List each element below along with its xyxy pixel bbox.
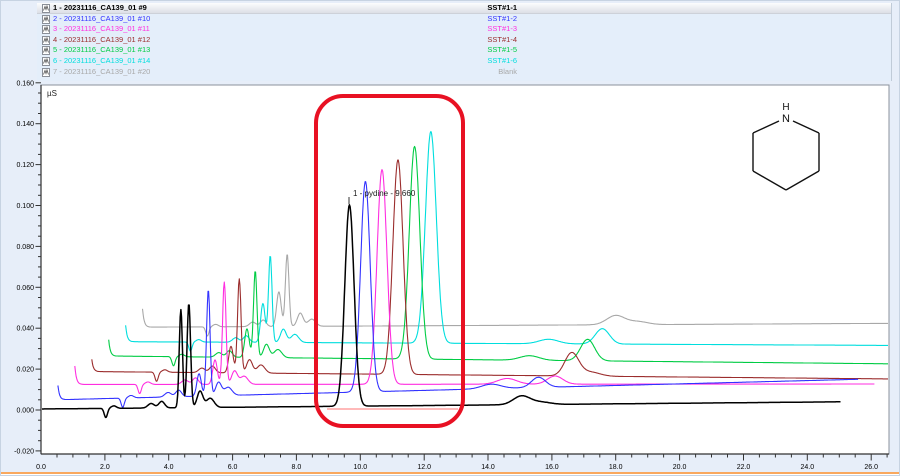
y-tick-label: 0.120 bbox=[16, 162, 34, 169]
y-tick-label: 0.080 bbox=[16, 244, 34, 251]
chromatogram-view: 1 - 20231116_CA139_01 #9 SST#1-1 2 - 202… bbox=[0, 0, 900, 476]
bond bbox=[793, 121, 819, 133]
x-tick-label: 0.0 bbox=[36, 464, 46, 471]
piperidine-bonds bbox=[753, 121, 819, 190]
x-tick-label: 4.0 bbox=[164, 464, 174, 471]
x-tick-label: 20.0 bbox=[673, 464, 687, 471]
x-tick-label: 22.0 bbox=[737, 464, 751, 471]
hydrogen-atom-label: H bbox=[782, 102, 789, 113]
x-tick-label: 18.0 bbox=[609, 464, 623, 471]
y-axis-unit-label: µS bbox=[47, 89, 57, 98]
x-tick-label: 14.0 bbox=[481, 464, 495, 471]
x-tick-label: 12.0 bbox=[417, 464, 431, 471]
y-tick-label: -0.020 bbox=[14, 448, 34, 455]
y-tick-label: 0.060 bbox=[16, 285, 34, 292]
nitrogen-atom-label: N bbox=[782, 113, 790, 125]
y-tick-label: 0.000 bbox=[16, 408, 34, 415]
x-tick-label: 10.0 bbox=[353, 464, 367, 471]
piperidine-structure: N H bbox=[736, 86, 846, 206]
x-tick-label: 16.0 bbox=[545, 464, 559, 471]
y-tick-label: 0.140 bbox=[16, 121, 34, 128]
y-tick-label: 0.160 bbox=[16, 80, 34, 87]
y-tick-label: 0.100 bbox=[16, 203, 34, 210]
x-tick-label: 6.0 bbox=[228, 464, 238, 471]
x-tick-label: 8.0 bbox=[292, 464, 302, 471]
x-tick-label: 24.0 bbox=[800, 464, 814, 471]
bond bbox=[753, 171, 786, 190]
chromatogram-plot: 0.1600.1400.1200.1000.0800.0600.0400.020… bbox=[1, 1, 900, 476]
bond bbox=[753, 121, 779, 133]
bond bbox=[786, 171, 819, 190]
x-tick-label: 26.0 bbox=[864, 464, 878, 471]
y-tick-label: 0.020 bbox=[16, 367, 34, 374]
y-tick-label: 0.040 bbox=[16, 326, 34, 333]
x-tick-label: 2.0 bbox=[100, 464, 110, 471]
peak-annotation-label: 1 - pydine - 9.660 bbox=[353, 189, 415, 198]
